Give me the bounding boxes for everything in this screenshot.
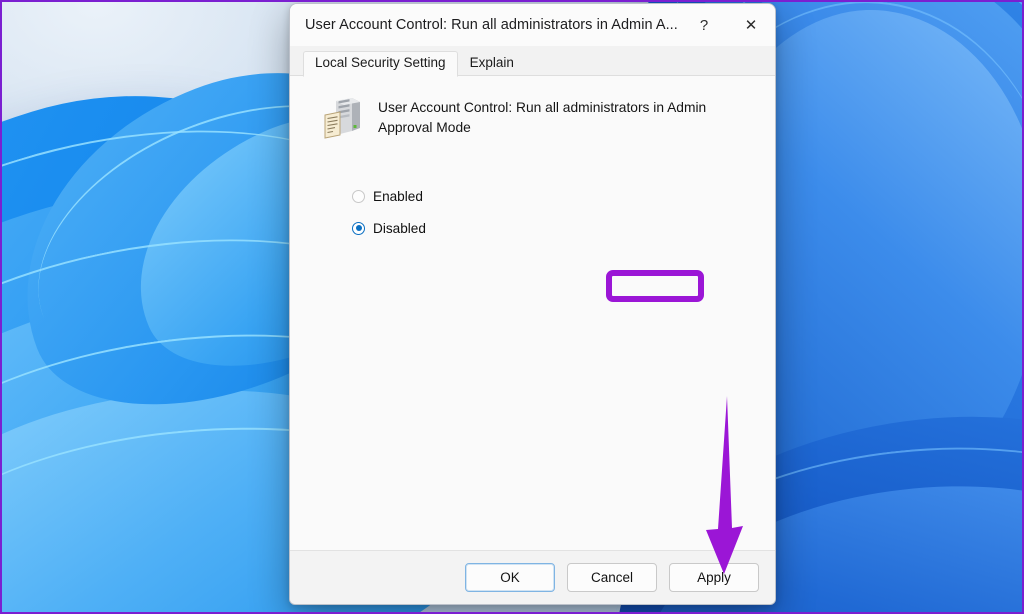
setting-radio-group: Enabled Disabled xyxy=(308,184,757,240)
dialog-titlebar: User Account Control: Run all administra… xyxy=(290,4,775,46)
radio-option-disabled[interactable]: Disabled xyxy=(352,216,426,240)
screen: User Account Control: Run all administra… xyxy=(0,0,1024,614)
ok-button[interactable]: OK xyxy=(465,563,555,592)
radio-enabled-indicator xyxy=(352,189,365,203)
policy-title: User Account Control: Run all administra… xyxy=(378,100,707,135)
question-mark-icon: ? xyxy=(699,16,709,34)
help-button[interactable]: ? xyxy=(681,4,727,46)
disabled-option-highlight-annotation xyxy=(606,270,704,302)
close-button[interactable]: ✕ xyxy=(727,4,775,46)
dialog-footer: OK Cancel Apply xyxy=(290,550,775,604)
radio-option-enabled[interactable]: Enabled xyxy=(352,184,423,208)
tab-local-security-setting-label: Local Security Setting xyxy=(315,55,446,70)
cancel-button[interactable]: Cancel xyxy=(567,563,657,592)
security-policy-server-icon xyxy=(324,98,360,139)
apply-button[interactable]: Apply xyxy=(669,563,759,592)
close-icon: ✕ xyxy=(744,17,758,34)
policy-properties-dialog: User Account Control: Run all administra… xyxy=(289,3,776,605)
radio-enabled-label: Enabled xyxy=(373,188,423,204)
dialog-title: User Account Control: Run all administra… xyxy=(305,17,678,33)
tab-local-security-setting[interactable]: Local Security Setting xyxy=(303,51,458,77)
radio-disabled-indicator xyxy=(352,221,365,235)
policy-header: User Account Control: Run all administra… xyxy=(308,92,757,140)
tab-explain[interactable]: Explain xyxy=(458,51,526,76)
tab-explain-label: Explain xyxy=(469,55,514,70)
radio-disabled-label: Disabled xyxy=(373,220,426,236)
dialog-content: User Account Control: Run all administra… xyxy=(290,76,775,550)
tab-strip: Local Security Setting Explain xyxy=(290,46,775,77)
